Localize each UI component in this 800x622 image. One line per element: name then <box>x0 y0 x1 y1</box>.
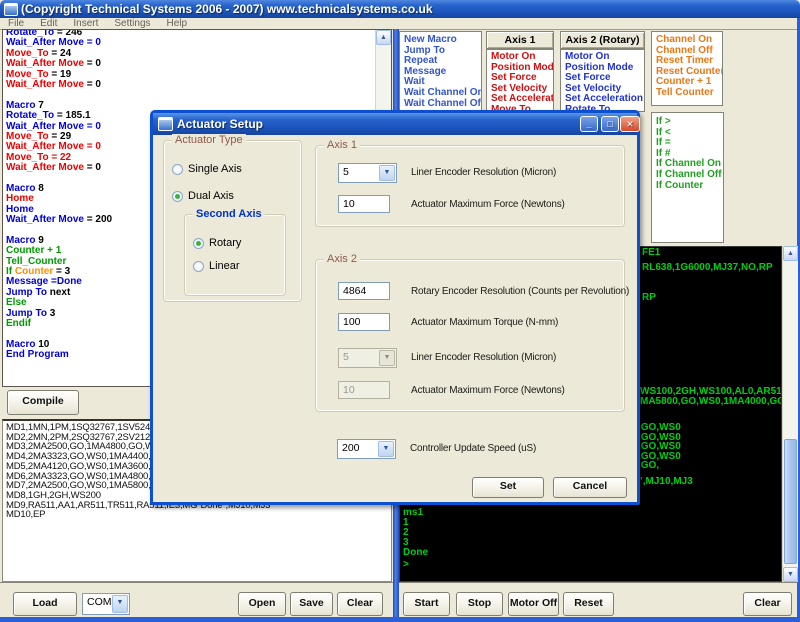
clear-right-button[interactable]: Clear <box>743 592 792 616</box>
field-label: Rotary Encoder Resolution (Counts per Re… <box>411 286 629 297</box>
radio-circle-icon <box>193 238 204 249</box>
axis1-encoder-resolution-select[interactable]: 5 ▼ <box>338 163 397 183</box>
controller-update-speed-select[interactable]: 200 ▼ <box>337 439 396 459</box>
axis1-max-force-input[interactable]: 10 <box>338 195 390 213</box>
cancel-button[interactable]: Cancel <box>553 477 627 498</box>
save-button[interactable]: Save <box>290 592 333 616</box>
group-label: Axis 2 <box>324 253 360 265</box>
axis1-command-list: Motor OnPosition ModeSet ForceSet Veloci… <box>486 49 554 112</box>
axis2-column-header: Axis 2 (Rotary) <box>560 31 645 49</box>
chevron-down-icon: ▼ <box>379 350 395 366</box>
channel-command-list: Channel OnChannel OffReset TimerReset Co… <box>651 31 723 106</box>
field-label: Actuator Maximum Force (Newtons) <box>411 385 565 396</box>
radio-circle-icon <box>172 191 183 202</box>
command-item[interactable]: Tell Counter <box>652 88 722 99</box>
field-label: Actuator Maximum Torque (N-mm) <box>411 317 558 328</box>
scrollbar-thumb[interactable] <box>784 439 797 564</box>
window-title: (Copyright Technical Systems 2006 - 2007… <box>21 0 433 18</box>
terminal-line: MA5800,GO,WS0,1MA4000,GO,W <box>640 396 782 407</box>
com-port-select[interactable]: COM4 ▼ <box>82 593 130 615</box>
load-button[interactable]: Load <box>13 592 77 616</box>
chevron-down-icon[interactable]: ▼ <box>379 165 395 181</box>
start-button[interactable]: Start <box>403 592 450 616</box>
terminal-line: FE1 <box>642 247 660 258</box>
menu-item-help[interactable]: Help <box>162 18 193 29</box>
actuator-setup-dialog: Actuator Setup _ □ ✕ Actuator Type Singl… <box>150 110 640 505</box>
conditional-command-list: If >If <If =If #If Channel OnIf Channel … <box>651 112 724 243</box>
command-item[interactable]: If Channel Off <box>652 170 723 181</box>
terminal-line: > <box>403 559 409 570</box>
maximize-icon[interactable]: □ <box>601 116 619 132</box>
dialog-icon <box>158 117 173 131</box>
app-icon <box>4 3 18 16</box>
command-item[interactable]: New Macro <box>400 35 481 46</box>
axis2-encoder-resolution-select-disabled: 5 ▼ <box>338 348 397 368</box>
scroll-up-icon[interactable]: ▲ <box>376 30 391 45</box>
menu-item-settings[interactable]: Settings <box>109 18 155 29</box>
field-label: Liner Encoder Resolution (Micron) <box>411 352 556 363</box>
dialog-body: Actuator Type Single Axis Dual Axis Seco… <box>153 135 637 502</box>
chevron-down-icon[interactable]: ▼ <box>378 441 394 457</box>
scroll-up-icon[interactable]: ▲ <box>783 246 798 261</box>
command-item[interactable]: Motor On <box>561 52 644 63</box>
menu-item-edit[interactable]: Edit <box>35 18 62 29</box>
axis2-max-force-input-disabled: 10 <box>338 381 390 399</box>
terminal-line: RL638,1G6000,MJ37,NO,RP <box>642 262 773 273</box>
terminal-scrollbar[interactable]: ▲ ▼ <box>782 246 798 582</box>
terminal-line: ,GO, <box>638 460 659 471</box>
field-label: Controller Update Speed (uS) <box>410 443 536 454</box>
axis2-group: Axis 2 4864 Rotary Encoder Resolution (C… <box>315 259 625 412</box>
application-window: (Copyright Technical Systems 2006 - 2007… <box>0 0 800 622</box>
group-label: Actuator Type <box>172 134 246 146</box>
axis1-group: Axis 1 5 ▼ Liner Encoder Resolution (Mic… <box>315 145 625 227</box>
radio-circle-icon <box>172 164 183 175</box>
command-item[interactable]: If > <box>652 117 723 128</box>
bottom-left-toolbar: Load COM4 ▼ Open Save Clear <box>0 582 393 617</box>
second-axis-group: Second Axis Rotary Linear <box>184 214 286 296</box>
axis1-column-header: Axis 1 (Linear) <box>486 31 554 49</box>
close-icon[interactable]: ✕ <box>620 116 640 132</box>
group-label: Axis 1 <box>324 139 360 151</box>
command-item[interactable]: Wait Channel Off <box>400 99 481 110</box>
command-item[interactable]: Motor On <box>487 52 553 63</box>
minimize-icon[interactable]: _ <box>580 116 598 132</box>
clear-left-button[interactable]: Clear <box>337 592 383 616</box>
field-label: Liner Encoder Resolution (Micron) <box>411 167 556 178</box>
menu-item-insert[interactable]: Insert <box>68 18 103 29</box>
axis2-max-torque-input[interactable]: 100 <box>338 313 390 331</box>
terminal-line: ",MJ10,MJ3 <box>638 476 693 487</box>
axis2-rotary-resolution-input[interactable]: 4864 <box>338 282 390 300</box>
group-label: Second Axis <box>193 208 265 220</box>
dialog-titlebar: Actuator Setup _ □ ✕ <box>153 113 637 135</box>
radio-circle-icon <box>193 261 204 272</box>
chevron-down-icon[interactable]: ▼ <box>112 595 128 613</box>
window-border-bottom <box>0 617 800 622</box>
set-button[interactable]: Set <box>472 477 544 498</box>
command-item[interactable]: Wait Channel On <box>400 88 481 99</box>
macro-line <box>6 90 375 100</box>
terminal-line: RP <box>642 292 656 303</box>
bottom-right-toolbar: Start Stop Motor Off Reset Clear <box>399 582 797 617</box>
stop-button[interactable]: Stop <box>456 592 503 616</box>
motor-off-button[interactable]: Motor Off <box>508 592 559 616</box>
actuator-type-group: Actuator Type Single Axis Dual Axis Seco… <box>163 140 302 302</box>
compile-button[interactable]: Compile <box>7 390 79 415</box>
dialog-title: Actuator Setup <box>177 113 263 135</box>
macro-line: Wait_After Move = 0 <box>6 80 375 90</box>
command-item[interactable]: If Counter <box>652 181 723 192</box>
menu-item-file[interactable]: File <box>3 18 29 29</box>
axis2-command-list: Motor OnPosition ModeSet ForceSet Veloci… <box>560 49 645 112</box>
code-line: MD10,EP <box>6 510 270 520</box>
terminal-line: Done <box>403 547 428 558</box>
open-button[interactable]: Open <box>238 592 286 616</box>
scroll-down-icon[interactable]: ▼ <box>783 567 798 582</box>
field-label: Actuator Maximum Force (Newtons) <box>411 199 565 210</box>
main-titlebar: (Copyright Technical Systems 2006 - 2007… <box>0 0 800 18</box>
command-item[interactable]: Channel On <box>652 35 722 46</box>
reset-button[interactable]: Reset <box>563 592 614 616</box>
